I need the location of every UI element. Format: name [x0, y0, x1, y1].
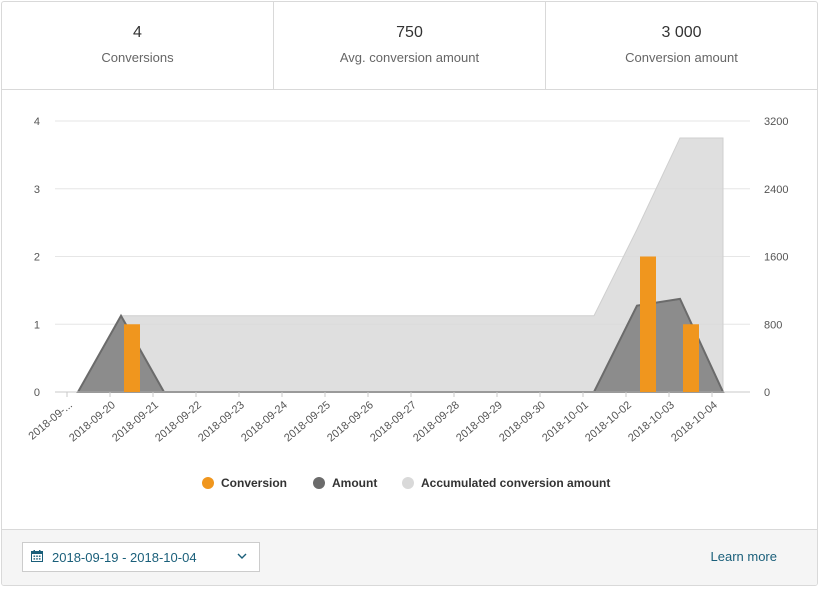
conversion-bar [640, 256, 656, 392]
date-range-picker[interactable]: 2018-09-19 - 2018-10-04 [22, 542, 260, 572]
stat-label: Avg. conversion amount [339, 50, 480, 65]
x-tick-label: 2018-10-01 [540, 399, 591, 444]
y-tick-label-left: 4 [34, 116, 40, 128]
x-tick-label: 2018-09-21 [110, 399, 161, 444]
y-tick-label-right: 2400 [764, 184, 788, 196]
stat-value: 750 [396, 24, 423, 41]
y-tick-label-left: 1 [34, 319, 40, 331]
y-tick-label-right: 800 [764, 319, 782, 331]
y-tick-label-right: 0 [764, 387, 770, 399]
x-tick-label: 2018-09-22 [153, 399, 204, 444]
conversion-chart: 0123408001600240032002018-09-...2018-09-… [26, 116, 788, 490]
conversions-card: 4 Conversions 750 Avg. conversion amount… [1, 1, 818, 586]
x-tick-label: 2018-09-24 [239, 399, 290, 444]
learn-more-link[interactable]: Learn more [711, 549, 777, 564]
stats-row: 4 Conversions 750 Avg. conversion amount… [2, 2, 817, 90]
chart-area: 0 1 2 3 4 0 800 1600 2400 3200 2018-09-... 2018-09-… [2, 90, 817, 530]
conversion-bar [683, 324, 699, 392]
chevron-down-icon [237, 553, 247, 559]
stat-conversion-amount: 3 000 Conversion amount [545, 2, 817, 89]
stat-value: 4 [133, 24, 142, 41]
conversion-bar [124, 324, 140, 392]
x-tick-label: 2018-09-26 [325, 399, 376, 444]
stat-avg-conversion-amount: 750 Avg. conversion amount [273, 2, 545, 89]
legend-marker [202, 477, 214, 489]
footer: 2018-09-19 - 2018-10-04 Learn more [2, 529, 817, 585]
stat-value: 3 000 [661, 24, 702, 41]
date-range-value: 2018-09-19 - 2018-10-04 [52, 550, 197, 565]
x-tick-label: 2018-09-28 [411, 399, 462, 444]
y-tick-label-left: 3 [34, 184, 40, 196]
stat-label: Conversions [101, 50, 174, 65]
x-tick-label: 2018-09-27 [368, 399, 419, 444]
legend-marker [402, 477, 414, 489]
y-tick-label-right: 1600 [764, 252, 788, 264]
x-tick-label: 2018-09-23 [196, 399, 247, 444]
y-tick-label-left: 0 [34, 387, 40, 399]
y-tick-label-right: 3200 [764, 116, 788, 128]
x-tick-label: 2018-09-25 [282, 399, 333, 444]
legend-marker [313, 477, 325, 489]
x-tick-label: 2018-09-29 [454, 399, 505, 444]
legend-label: Accumulated conversion amount [421, 476, 610, 490]
stat-conversions: 4 Conversions [2, 2, 273, 89]
y-tick-label-left: 2 [34, 252, 40, 264]
x-tick-label: 2018-10-04 [669, 399, 720, 444]
calendar-icon [31, 550, 43, 562]
x-tick-label: 2018-10-02 [583, 399, 634, 444]
x-tick-label: 2018-09-20 [67, 399, 118, 444]
legend-label: Amount [332, 476, 377, 490]
legend-label: Conversion [221, 476, 287, 490]
x-tick-label: 2018-10-03 [626, 399, 677, 444]
x-tick-label: 2018-09-30 [497, 399, 548, 444]
stat-label: Conversion amount [625, 50, 738, 65]
